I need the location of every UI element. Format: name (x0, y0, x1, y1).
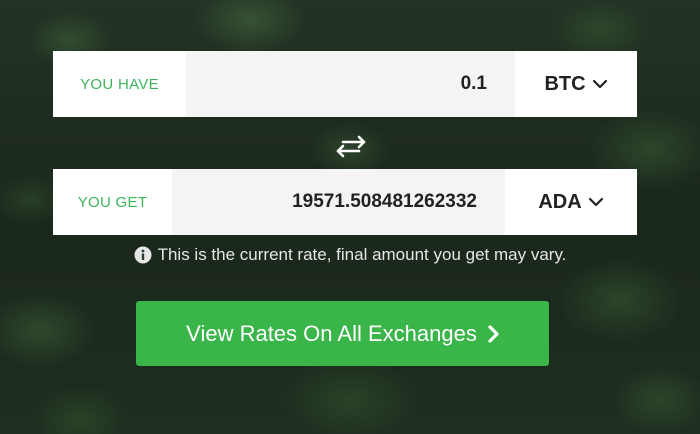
you-have-currency-label: BTC (544, 72, 586, 95)
view-rates-button[interactable]: View Rates On All Exchanges (136, 301, 549, 366)
you-get-row: YOU GET 19571.508481262332 ADA (53, 169, 637, 235)
chevron-down-icon (588, 197, 603, 207)
you-have-currency-select[interactable]: BTC (515, 51, 637, 117)
you-get-amount-field: 19571.508481262332 (172, 169, 505, 235)
you-have-row: YOU HAVE 0.1 BTC (53, 51, 637, 117)
rate-note: This is the current rate, final amount y… (0, 245, 700, 265)
you-get-currency-select[interactable]: ADA (505, 169, 637, 235)
info-circle-icon (134, 246, 152, 264)
you-get-currency-label: ADA (538, 190, 582, 213)
chevron-right-icon (488, 324, 499, 343)
you-have-label: YOU HAVE (53, 51, 186, 117)
you-get-label: YOU GET (53, 169, 172, 235)
view-rates-button-label: View Rates On All Exchanges (186, 320, 477, 346)
rate-note-text: This is the current rate, final amount y… (157, 245, 567, 264)
you-have-amount-input[interactable]: 0.1 (186, 51, 515, 117)
swap-arrows-icon[interactable] (334, 134, 368, 158)
chevron-down-icon (592, 79, 607, 89)
